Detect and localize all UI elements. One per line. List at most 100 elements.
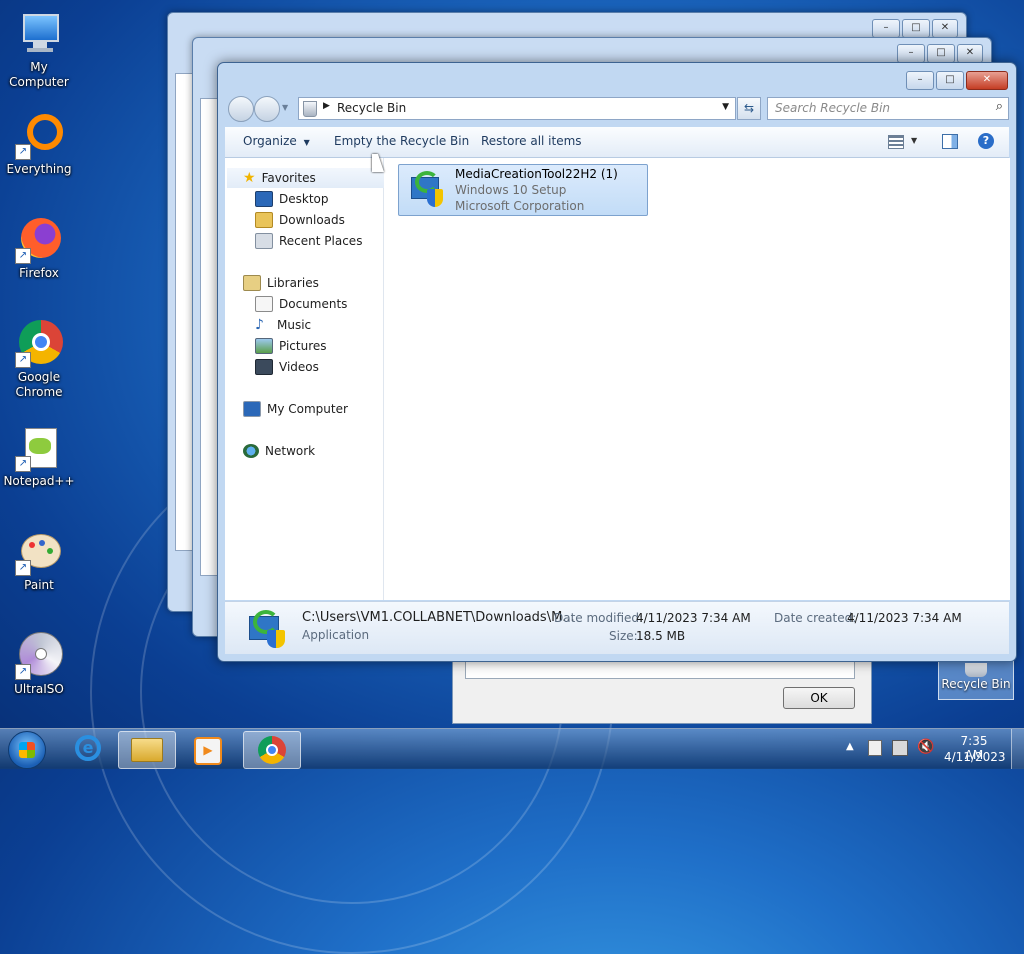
maximize-button[interactable]: □ <box>927 44 955 63</box>
address-dropdown-icon[interactable]: ▼ <box>722 102 729 112</box>
nav-label: Network <box>265 444 316 458</box>
empty-recycle-bin-button[interactable]: Empty the Recycle Bin <box>334 134 469 148</box>
minimize-button[interactable]: – <box>897 44 925 63</box>
maximize-button[interactable]: □ <box>902 19 930 38</box>
desktop-icon-label: Recycle Bin <box>941 677 1011 691</box>
search-input[interactable]: Search Recycle Bin <box>775 101 890 115</box>
folder-icon <box>131 738 163 762</box>
recent-pages-dropdown-icon[interactable]: ▼ <box>282 103 288 112</box>
file-item[interactable]: MediaCreationTool22H2 (1) Windows 10 Set… <box>398 164 648 216</box>
file-list[interactable]: MediaCreationTool22H2 (1) Windows 10 Set… <box>384 158 1010 600</box>
disc-icon: ↗ <box>15 632 63 680</box>
ok-button[interactable]: OK <box>783 687 855 709</box>
nav-documents[interactable]: Documents <box>255 294 347 314</box>
shortcut-arrow-icon: ↗ <box>15 664 31 680</box>
date-modified-label: Date modified: <box>554 611 644 625</box>
taskbar: e ▶ ▲ 🔇 7:35 AM 4/11/2023 <box>0 728 1024 769</box>
desktop-icon-chrome[interactable]: ↗ Google Chrome <box>0 320 78 400</box>
change-view-icon[interactable] <box>888 135 904 149</box>
desktop-icon-label: My Computer <box>9 60 69 89</box>
nav-videos[interactable]: Videos <box>255 357 319 377</box>
file-description: Windows 10 Setup <box>455 183 567 197</box>
volume-muted-icon[interactable]: 🔇 <box>917 739 934 755</box>
explorer-window[interactable]: – □ ✕ ▼ ▶ Recycle Bin ▼ ⇆ Search Recycle… <box>217 62 1017 662</box>
desktop-icon <box>255 191 273 207</box>
downloads-folder-icon <box>255 212 273 228</box>
nav-label: Libraries <box>267 276 319 290</box>
mouse-cursor-icon <box>372 154 384 172</box>
desktop-icon-label: Google Chrome <box>15 370 63 399</box>
nav-label: Downloads <box>279 213 345 227</box>
nav-label: Recent Places <box>279 234 363 248</box>
recycle-bin-small-icon <box>303 101 317 117</box>
organize-button[interactable]: Organize ▼ <box>243 134 310 148</box>
action-center-icon[interactable] <box>868 740 882 756</box>
videos-icon <box>255 359 273 375</box>
windows-logo-icon <box>19 742 35 758</box>
forward-button[interactable] <box>254 96 280 122</box>
address-bar[interactable]: ▶ Recycle Bin ▼ <box>298 97 736 120</box>
show-hidden-icons-icon[interactable]: ▲ <box>846 741 854 752</box>
chrome-icon: ↗ <box>15 320 63 368</box>
music-icon: ♪ <box>255 317 264 333</box>
help-icon[interactable]: ? <box>978 133 994 149</box>
search-box[interactable]: Search Recycle Bin ⌕ <box>767 97 1009 120</box>
media-player-icon: ▶ <box>194 737 222 765</box>
close-button[interactable]: ✕ <box>932 19 958 38</box>
taskbar-media-player[interactable]: ▶ <box>180 731 236 767</box>
minimize-button[interactable]: – <box>872 19 900 38</box>
size-value: 18.5 MB <box>636 629 686 643</box>
close-button[interactable]: ✕ <box>966 71 1008 90</box>
date-created-label: Date created: <box>774 611 857 625</box>
desktop-icon-my-computer[interactable]: My Computer <box>0 10 78 90</box>
paint-icon: ↗ <box>15 528 63 576</box>
desktop-icon-ultraiso[interactable]: ↗ UltraISO <box>0 632 78 697</box>
desktop-icon-paint[interactable]: ↗ Paint <box>0 528 78 593</box>
minimize-button[interactable]: – <box>906 71 934 90</box>
close-button[interactable]: ✕ <box>957 44 983 63</box>
network-status-icon[interactable] <box>892 740 908 756</box>
nav-recent-places[interactable]: Recent Places <box>255 231 362 251</box>
preview-pane-icon[interactable] <box>942 134 958 149</box>
file-type: Application <box>302 628 370 642</box>
computer-icon <box>15 10 63 58</box>
desktop-icon-firefox[interactable]: ↗ Firefox <box>0 216 78 281</box>
back-button[interactable] <box>228 96 254 122</box>
size-label: Size: <box>609 629 638 643</box>
breadcrumb-arrow-icon[interactable]: ▶ <box>323 101 330 111</box>
nav-desktop[interactable]: Desktop <box>255 189 329 209</box>
clock-date[interactable]: 4/11/2023 <box>944 750 1006 764</box>
shortcut-arrow-icon: ↗ <box>15 248 31 264</box>
maximize-button[interactable]: □ <box>936 71 964 90</box>
star-icon: ★ <box>243 170 256 186</box>
nav-libraries[interactable]: Libraries <box>243 273 319 293</box>
setup-app-icon <box>249 610 287 648</box>
breadcrumb[interactable]: Recycle Bin <box>337 101 406 115</box>
nav-network[interactable]: Network <box>243 441 315 461</box>
nav-music[interactable]: ♪ Music <box>255 315 311 335</box>
desktop-icon-recycle-bin[interactable]: Recycle Bin <box>938 660 1014 700</box>
taskbar-windows-explorer[interactable] <box>118 731 176 769</box>
nav-label: Documents <box>279 297 348 311</box>
navigation-pane: ★ Favorites Desktop Downloads Recent Pla… <box>225 158 393 600</box>
view-dropdown-icon[interactable]: ▼ <box>911 136 917 145</box>
nav-my-computer[interactable]: My Computer <box>243 399 348 419</box>
desktop-icon-notepadpp[interactable]: ↗ Notepad++ <box>0 424 78 489</box>
firefox-icon: ↗ <box>15 216 63 264</box>
taskbar-internet-explorer[interactable]: e <box>60 731 116 767</box>
search-icon[interactable]: ⌕ <box>996 99 1003 114</box>
desktop-icon-label: UltraISO <box>14 682 64 696</box>
taskbar-chrome[interactable] <box>243 731 301 769</box>
nav-downloads[interactable]: Downloads <box>255 210 345 230</box>
everything-icon: ↗ <box>15 112 63 160</box>
documents-icon <box>255 296 273 312</box>
restore-all-items-button[interactable]: Restore all items <box>481 134 582 148</box>
nav-favorites[interactable]: ★ Favorites <box>227 168 393 188</box>
start-button[interactable] <box>8 731 46 769</box>
network-icon <box>243 444 259 458</box>
refresh-button[interactable]: ⇆ <box>737 97 761 120</box>
show-desktop-button[interactable] <box>1011 729 1024 769</box>
desktop-icon-everything[interactable]: ↗ Everything <box>0 112 78 177</box>
nav-pictures[interactable]: Pictures <box>255 336 327 356</box>
notepadpp-icon: ↗ <box>15 424 63 472</box>
